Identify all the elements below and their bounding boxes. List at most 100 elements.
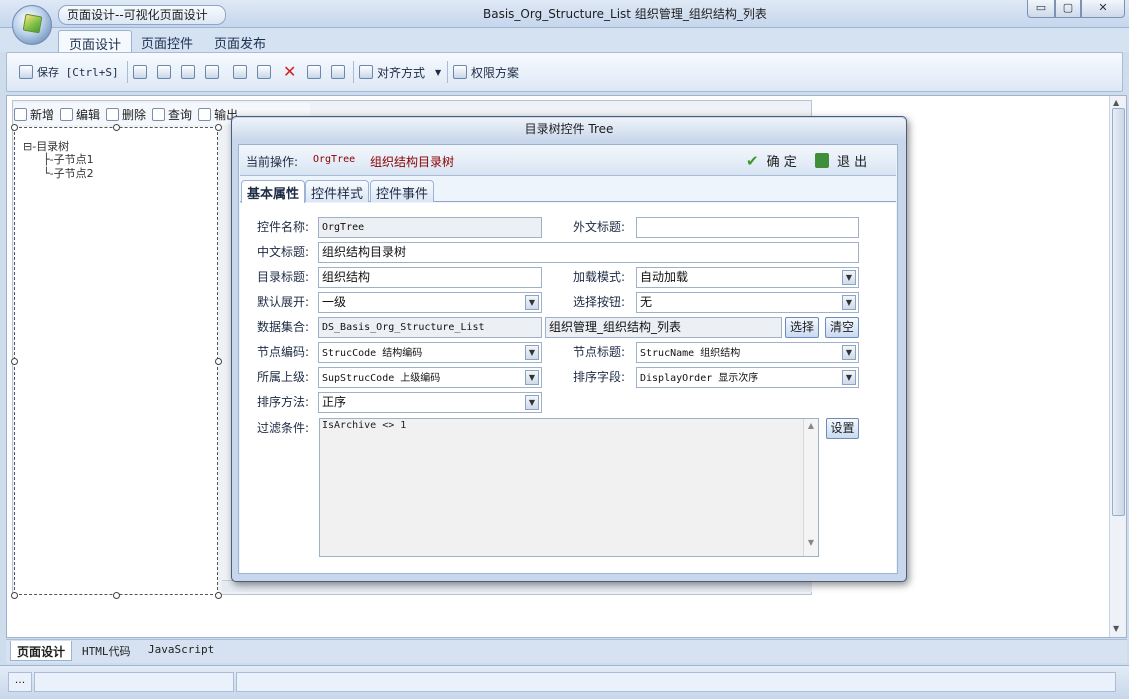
tab-design-view[interactable]: 页面设计 [10,641,73,661]
ok-label: 确 定 [766,155,797,170]
select-button-select[interactable]: 无 ▼ [636,292,859,313]
grid-query-button[interactable]: 查询 [152,106,192,123]
dataset-code-field[interactable]: DS_Basis_Org_Structure_List [318,317,542,338]
close-button[interactable]: ✕ [1081,0,1125,18]
tab-control-style[interactable]: 控件样式 [305,180,370,202]
check-icon: ✔ [746,151,759,170]
quick-access-title: 页面设计--可视化页面设计 [58,5,226,25]
filter-scrollbar[interactable]: ▲ ▼ [803,419,818,556]
node-title-label: 节点标题: [573,345,626,359]
grid-delete-button[interactable]: 删除 [106,106,146,123]
resize-handle[interactable] [215,358,222,365]
sort-method-select[interactable]: 正序 ▼ [318,392,542,413]
maximize-button[interactable]: ▢ [1055,0,1081,18]
resize-handle[interactable] [11,124,18,131]
window-title: Basis_Org_Structure_List 组织管理_组织结构_列表 [483,7,767,21]
resize-handle[interactable] [215,124,222,131]
sort-method-label: 排序方法: [257,395,310,409]
save-button[interactable]: 保存 [Ctrl+S] [19,60,119,84]
foreign-title-field[interactable] [636,217,859,238]
copy-button[interactable] [233,60,251,84]
format-icon [181,65,195,79]
parent-select[interactable]: SupStrucCode 上级编码 ▼ [318,367,542,388]
node-code-value: StrucCode 结构编码 [322,348,423,359]
chevron-down-icon[interactable]: ▼ [525,295,539,310]
sort-field-label: 排序字段: [573,370,626,384]
tab-html-code[interactable]: HTML代码 [76,641,137,661]
insert-button[interactable] [133,60,151,84]
resize-handle[interactable] [11,592,18,599]
tab-page-design[interactable]: 页面设计 [58,30,133,53]
exit-button[interactable]: 退 出 [815,151,867,170]
minimize-button[interactable]: ▭ [1027,0,1055,18]
select-button-label: 选择按钮: [573,295,626,309]
chevron-down-icon[interactable]: ▼ [842,295,856,310]
default-expand-select[interactable]: 一级 ▼ [318,292,542,313]
clear-dataset-button[interactable]: 清空 [825,317,859,338]
bring-front-button[interactable] [307,60,325,84]
filter-settings-button[interactable]: 设置 [826,418,859,439]
scroll-up-icon[interactable]: ▲ [804,421,818,430]
tab-basic-props[interactable]: 基本属性 [241,180,306,203]
dir-title-field[interactable]: 组织结构 [318,267,542,288]
delete-button[interactable]: ✕ [283,60,296,84]
layout-icon [205,65,219,79]
chevron-down-icon[interactable]: ▼ [525,395,539,410]
exit-label: 退 出 [837,155,868,170]
tab-page-publish[interactable]: 页面发布 [204,30,276,52]
node-code-label: 节点编码: [257,345,310,359]
permission-button[interactable]: 权限方案 [453,60,519,84]
scroll-up-icon[interactable]: ▲ [1113,98,1119,107]
layout-button[interactable] [205,60,223,84]
load-mode-select[interactable]: 自动加载 ▼ [636,267,859,288]
chevron-down-icon[interactable]: ▼ [525,370,539,385]
resize-handle[interactable] [113,124,120,131]
scrollbar-thumb[interactable] [1112,108,1125,516]
app-logo-icon [22,13,43,34]
align-label: 对齐方式 [377,65,426,80]
filter-textarea[interactable] [319,418,819,557]
format-button[interactable] [181,60,199,84]
tree-node[interactable]: └-子节点2 [43,165,94,181]
chevron-down-icon[interactable]: ▼ [842,370,856,385]
app-menu-button[interactable] [12,5,52,45]
grid-add-button[interactable]: 新增 [14,106,54,123]
resize-handle[interactable] [215,592,222,599]
grid-edit-button[interactable]: 编辑 [60,106,100,123]
tab-javascript[interactable]: JavaScript [142,641,220,661]
paste-button[interactable] [257,60,275,84]
dir-title-label: 目录标题: [257,270,310,284]
tab-control-events[interactable]: 控件事件 [370,180,435,202]
copy-icon [233,65,247,79]
grid-add-label: 新增 [30,107,55,122]
tree-control-preview[interactable]: ⊟-目录树 ├-子节点1 └-子节点2 [14,127,218,595]
properties-button[interactable] [157,60,175,84]
grid-delete-label: 删除 [122,107,147,122]
current-op-code: OrgTree [313,154,356,165]
align-dropdown[interactable]: 对齐方式 ▼ [359,60,441,84]
cn-title-label: 中文标题: [257,245,310,259]
control-name-field[interactable]: OrgTree [318,217,542,238]
scroll-down-icon[interactable]: ▼ [804,538,818,547]
resize-handle[interactable] [113,592,120,599]
chevron-down-icon[interactable]: ▼ [525,345,539,360]
node-title-select[interactable]: StrucName 组织结构 ▼ [636,342,859,363]
send-back-button[interactable] [331,60,349,84]
cn-title-field[interactable]: 组织结构目录树 [318,242,859,263]
choose-dataset-button[interactable]: 选择 [785,317,819,338]
resize-handle[interactable] [11,358,18,365]
dataset-name-field[interactable]: 组织管理_组织结构_列表 [545,317,782,338]
tab-page-controls[interactable]: 页面控件 [131,30,203,52]
dataset-label: 数据集合: [257,320,310,334]
chevron-down-icon: ▼ [435,67,442,77]
ribbon-toolbar: 保存 [Ctrl+S] ✕ 对齐方式 ▼ 权限方案 [6,52,1123,92]
sort-field-select[interactable]: DisplayOrder 显示次序 ▼ [636,367,859,388]
node-code-select[interactable]: StrucCode 结构编码 ▼ [318,342,542,363]
chevron-down-icon[interactable]: ▼ [842,345,856,360]
chevron-down-icon[interactable]: ▼ [842,270,856,285]
workspace-scrollbar[interactable]: ▲ ▼ [1109,96,1126,637]
delete-icon [106,107,120,121]
ok-button[interactable]: ✔ 确 定 [746,151,797,171]
scroll-down-icon[interactable]: ▼ [1113,624,1119,633]
align-icon [359,65,373,79]
